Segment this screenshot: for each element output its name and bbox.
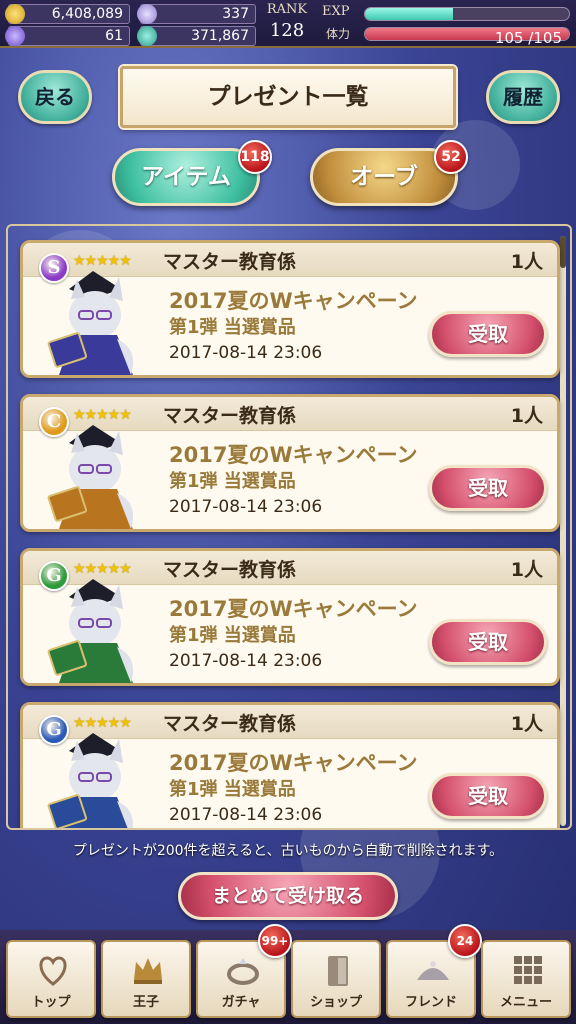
nav-label: トップ — [31, 995, 71, 1010]
list-scrollbar[interactable] — [560, 236, 566, 826]
item-campaign: 2017夏のWキャンペーン — [169, 597, 418, 621]
tab-items-label: アイテム — [141, 164, 231, 190]
item-prize: 第1弾 当選賞品 — [169, 471, 296, 492]
nav-label: 王子 — [132, 995, 159, 1010]
tiara-icon — [417, 961, 449, 980]
character-portrait: G ★★★★★ — [29, 557, 157, 683]
door-icon — [328, 956, 348, 986]
nav-button[interactable]: 王子 — [101, 940, 191, 1018]
rarity-stars-icon: ★★★★★ — [73, 715, 132, 731]
item-count: 1人 — [510, 713, 543, 735]
coin-counter: 6,408,089 — [5, 4, 130, 24]
item-campaign: 2017夏のWキャンペーン — [169, 289, 418, 313]
item-campaign: 2017夏のWキャンペーン — [169, 443, 418, 467]
receive-button[interactable]: 受取 — [429, 311, 547, 357]
nav-label: フレンド — [404, 995, 457, 1010]
item-date: 2017-08-14 23:06 — [169, 343, 323, 363]
rarity-stars-icon: ★★★★★ — [73, 561, 132, 577]
item-date: 2017-08-14 23:06 — [169, 651, 323, 671]
present-card: C ★★★★★ マスター教育係 1人 2017夏のWキャンペーン 第1弾 当選賞… — [20, 394, 560, 532]
attribute-orb-icon: S — [39, 253, 69, 283]
item-campaign: 2017夏のWキャンペーン — [169, 751, 418, 775]
attribute-orb-icon: G — [39, 715, 69, 745]
item-date: 2017-08-14 23:06 — [169, 497, 323, 517]
present-card: G ★★★★★ マスター教育係 1人 2017夏のWキャンペーン 第1弾 当選賞… — [20, 702, 560, 828]
receive-all-button[interactable]: まとめて受け取る — [178, 872, 398, 920]
crystal-value: 337 — [222, 6, 249, 22]
coin-icon — [5, 4, 25, 24]
nav-button[interactable]: メニュー — [481, 940, 571, 1018]
item-count: 1人 — [510, 405, 543, 427]
gem-icon — [5, 26, 25, 46]
ring-icon — [227, 958, 259, 985]
exp-label: EXP — [322, 4, 350, 19]
nav-badge: 24 — [448, 924, 482, 958]
item-name: マスター教育係 — [163, 559, 297, 581]
point-value: 371,867 — [191, 28, 249, 44]
tab-items-badge: 118 — [238, 140, 272, 174]
tab-orbs-badge: 52 — [434, 140, 468, 174]
gem-counter: 61 — [5, 26, 130, 46]
present-card: S ★★★★★ マスター教育係 1人 2017夏のWキャンペーン 第1弾 当選賞… — [20, 240, 560, 378]
item-name: マスター教育係 — [163, 251, 297, 273]
orb-point-icon — [137, 26, 157, 46]
rarity-stars-icon: ★★★★★ — [73, 253, 132, 269]
present-card: G ★★★★★ マスター教育係 1人 2017夏のWキャンペーン 第1弾 当選賞… — [20, 548, 560, 686]
item-prize: 第1弾 当選賞品 — [169, 317, 296, 338]
gem-value: 61 — [105, 28, 123, 44]
exp-bar — [364, 7, 570, 21]
present-list[interactable]: S ★★★★★ マスター教育係 1人 2017夏のWキャンペーン 第1弾 当選賞… — [6, 224, 572, 830]
stamina-label: 体力 — [326, 27, 351, 41]
nav-label: メニュー — [499, 995, 552, 1010]
heart-emblem-icon — [39, 956, 67, 986]
item-count: 1人 — [510, 559, 543, 581]
orb-letter: S — [47, 257, 61, 278]
rank-label: RANK — [266, 2, 308, 17]
exp-bar-fill — [365, 8, 453, 20]
crown-icon — [134, 958, 162, 984]
item-prize: 第1弾 当選賞品 — [169, 779, 296, 800]
crystal-counter: 337 — [137, 4, 256, 24]
item-date: 2017-08-14 23:06 — [169, 805, 323, 825]
receive-button[interactable]: 受取 — [429, 465, 547, 511]
status-bar: 6,408,089 337 61 371,867 RANK 128 EXP 体力… — [0, 0, 576, 48]
orb-letter: G — [46, 565, 62, 586]
character-portrait: G ★★★★★ — [29, 711, 157, 828]
item-name: マスター教育係 — [163, 713, 297, 735]
attribute-orb-icon: C — [39, 407, 69, 437]
quill-icon — [137, 4, 157, 24]
character-portrait: C ★★★★★ — [29, 403, 157, 529]
nav-label: ガチャ — [221, 995, 261, 1010]
coin-value: 6,408,089 — [51, 6, 123, 22]
nav-button[interactable]: ショップ — [291, 940, 381, 1018]
item-name: マスター教育係 — [163, 405, 297, 427]
grid-menu-icon — [514, 956, 542, 984]
nav-button[interactable]: トップ — [6, 940, 96, 1018]
item-count: 1人 — [510, 251, 543, 273]
scroll-thumb[interactable] — [560, 236, 566, 268]
receive-button[interactable]: 受取 — [429, 619, 547, 665]
orb-letter: C — [46, 411, 62, 432]
nav-label: ショップ — [309, 995, 362, 1010]
rarity-stars-icon: ★★★★★ — [73, 407, 132, 423]
nav-badge: 99+ — [258, 924, 292, 958]
stamina-value: 105 /105 — [494, 29, 562, 47]
item-prize: 第1弾 当選賞品 — [169, 625, 296, 646]
receive-button[interactable]: 受取 — [429, 773, 547, 819]
history-button[interactable]: 履歴 — [486, 70, 560, 124]
back-button[interactable]: 戻る — [18, 70, 92, 124]
attribute-orb-icon: G — [39, 561, 69, 591]
page-title: プレゼント一覧 — [120, 66, 456, 128]
tab-orbs-label: オーブ — [350, 164, 418, 190]
deletion-notice: プレゼントが200件を超えると、古いものから自動で削除されます。 — [72, 843, 504, 859]
rank-value: 128 — [269, 20, 305, 41]
character-portrait: S ★★★★★ — [29, 249, 157, 375]
orb-letter: G — [46, 719, 62, 740]
bottom-nav: トップ 王子 ガチャ 99+ ショップ フレンド 24 メニュー — [0, 924, 576, 1024]
point-counter: 371,867 — [137, 26, 256, 46]
